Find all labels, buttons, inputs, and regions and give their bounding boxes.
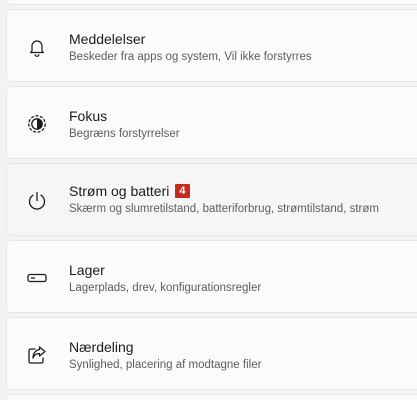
settings-item-naerdeling[interactable]: Nærdeling Synlighed, placering af modtag… bbox=[6, 317, 417, 390]
settings-item-fokus[interactable]: Fokus Begræns forstyrrelser bbox=[6, 86, 417, 159]
settings-item-description: Synlighed, placering af modtagne filer bbox=[69, 359, 262, 371]
settings-item-description: Lagerplads, drev, konfigurationsregler bbox=[69, 282, 262, 294]
settings-card-partial bbox=[6, 0, 417, 5]
settings-item-title: Strøm og batteri bbox=[69, 183, 170, 199]
settings-item-lager[interactable]: Lager Lagerplads, drev, konfigurationsre… bbox=[6, 240, 417, 313]
settings-item-title: Meddelelser bbox=[69, 31, 146, 47]
settings-item-description: Begræns forstyrrelser bbox=[69, 128, 180, 140]
storage-drive-icon bbox=[26, 267, 48, 289]
settings-item-title: Fokus bbox=[69, 108, 108, 124]
settings-item-description: Beskeder fra apps og system, Vil ikke fo… bbox=[69, 51, 312, 63]
settings-item-strom-og-batteri[interactable]: Strøm og batteri 4 Skærm og slumretilsta… bbox=[6, 163, 417, 236]
bell-icon bbox=[26, 36, 48, 58]
settings-list: Meddelelser Beskeder fra apps og system,… bbox=[0, 0, 417, 400]
settings-item-meddelelser[interactable]: Meddelelser Beskeder fra apps og system,… bbox=[6, 9, 417, 82]
settings-card-partial bbox=[6, 394, 417, 400]
settings-item-title: Lager bbox=[69, 262, 105, 278]
annotation-badge: 4 bbox=[175, 184, 190, 198]
share-icon bbox=[26, 344, 48, 366]
focus-icon bbox=[26, 113, 48, 135]
settings-item-title: Nærdeling bbox=[69, 339, 134, 355]
settings-item-description: Skærm og slumretilstand, batteriforbrug,… bbox=[69, 203, 379, 215]
power-icon bbox=[26, 190, 48, 212]
